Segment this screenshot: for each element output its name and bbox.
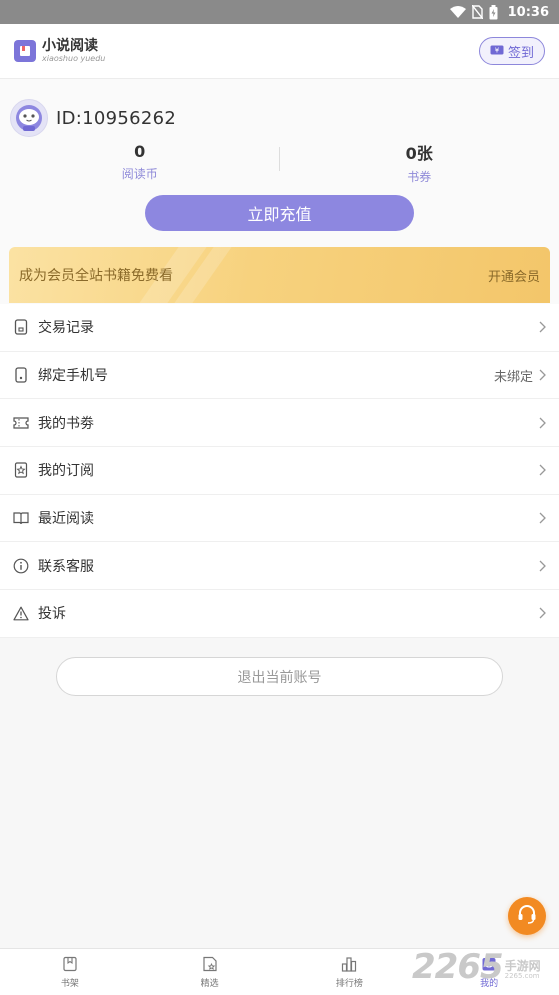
reading-coins-label: 阅读币 bbox=[121, 167, 158, 181]
logo-title: 小说阅读 bbox=[42, 38, 98, 54]
chevron-right-icon bbox=[537, 606, 547, 620]
avatar[interactable] bbox=[10, 99, 48, 137]
nav-label: 排行榜 bbox=[335, 979, 363, 989]
recharge-button[interactable]: 立即充值 bbox=[145, 195, 414, 231]
book-vouchers-label: 书券 bbox=[407, 169, 432, 184]
menu-item-bind-phone[interactable]: 绑定手机号 未绑定 bbox=[0, 352, 559, 400]
menu-label: 我的书劵 bbox=[38, 415, 94, 432]
profile-section: ID:10956262 0 阅读币 0张 书券 立即充值 成为会员全站书籍免费看… bbox=[0, 79, 559, 304]
account-menu: 交易记录 绑定手机号 未绑定 我的书劵 我的订阅 最近阅读 联系客服 投诉 bbox=[0, 304, 559, 638]
menu-label: 最近阅读 bbox=[38, 511, 94, 528]
book-logo-icon bbox=[14, 40, 36, 62]
open-book-icon bbox=[12, 509, 30, 527]
nav-ranking[interactable]: 排行榜 bbox=[280, 949, 420, 995]
user-id: ID:10956262 bbox=[56, 107, 177, 129]
star-page-icon bbox=[12, 461, 30, 479]
menu-label: 投诉 bbox=[38, 606, 66, 623]
customer-service-button[interactable] bbox=[508, 897, 546, 935]
book-vouchers-stat[interactable]: 0张 书券 bbox=[280, 141, 559, 184]
wifi-icon bbox=[449, 6, 466, 18]
nav-bookshelf[interactable]: 书架 bbox=[0, 949, 140, 995]
coupon-icon: ¥ bbox=[490, 44, 504, 59]
headset-icon bbox=[516, 903, 538, 929]
receipt-icon bbox=[12, 318, 30, 336]
app-header: 小说阅读 xiaoshuo yuedu ¥ 签到 bbox=[0, 24, 559, 79]
ticket-icon bbox=[12, 414, 30, 432]
chevron-right-icon bbox=[537, 463, 547, 477]
featured-icon bbox=[201, 955, 219, 973]
bookshelf-icon bbox=[61, 955, 79, 973]
battery-icon bbox=[489, 4, 498, 20]
chevron-right-icon bbox=[537, 320, 547, 334]
chevron-right-icon bbox=[537, 416, 547, 430]
nav-label: 我的 bbox=[480, 979, 499, 989]
chevron-right-icon bbox=[537, 511, 547, 525]
menu-label: 绑定手机号 bbox=[38, 368, 108, 385]
nav-label: 精选 bbox=[200, 979, 219, 989]
chevron-right-icon bbox=[537, 368, 547, 382]
nav-label: 书架 bbox=[60, 979, 79, 989]
reading-coins-value: 0 bbox=[134, 142, 146, 161]
app-logo: 小说阅读 xiaoshuo yuedu bbox=[14, 39, 105, 63]
balance-stats: 0 阅读币 0张 书券 bbox=[0, 141, 559, 184]
logo-subtitle: xiaoshuo yuedu bbox=[42, 54, 106, 63]
book-vouchers-value: 0张 bbox=[405, 143, 433, 163]
svg-text:¥: ¥ bbox=[495, 46, 500, 54]
status-bar: 10:36 bbox=[0, 0, 559, 24]
menu-label: 我的订阅 bbox=[38, 463, 94, 480]
vip-banner[interactable]: 成为会员全站书籍免费看 开通会员 bbox=[9, 247, 550, 303]
phone-icon bbox=[12, 366, 30, 384]
bottom-navigation: 书架 精选 排行榜 我的 bbox=[0, 948, 559, 995]
no-sim-icon bbox=[471, 5, 483, 19]
stats-divider bbox=[279, 147, 280, 171]
reading-coins-stat[interactable]: 0 阅读币 bbox=[0, 141, 280, 183]
nav-featured[interactable]: 精选 bbox=[140, 949, 280, 995]
clock: 10:36 bbox=[507, 4, 549, 20]
menu-label: 联系客服 bbox=[38, 558, 94, 575]
open-vip-link[interactable]: 开通会员 bbox=[488, 266, 540, 285]
menu-item-recent-reading[interactable]: 最近阅读 bbox=[0, 495, 559, 543]
menu-item-subscriptions[interactable]: 我的订阅 bbox=[0, 447, 559, 495]
menu-value: 未绑定 bbox=[493, 369, 533, 385]
chevron-right-icon bbox=[537, 559, 547, 573]
menu-item-my-vouchers[interactable]: 我的书劵 bbox=[0, 399, 559, 448]
info-icon bbox=[12, 557, 30, 575]
logout-button[interactable]: 退出当前账号 bbox=[56, 657, 503, 696]
menu-item-customer-service[interactable]: 联系客服 bbox=[0, 542, 559, 591]
vip-promo-text: 成为会员全站书籍免费看 bbox=[19, 268, 173, 284]
menu-item-complaint[interactable]: 投诉 bbox=[0, 590, 559, 638]
ranking-icon bbox=[340, 955, 358, 973]
nav-profile[interactable]: 我的 bbox=[419, 949, 559, 995]
signin-button[interactable]: ¥ 签到 bbox=[479, 37, 545, 65]
signin-label: 签到 bbox=[507, 45, 534, 61]
profile-icon bbox=[480, 955, 498, 973]
warning-icon bbox=[12, 604, 30, 622]
menu-item-transactions[interactable]: 交易记录 bbox=[0, 304, 559, 352]
menu-label: 交易记录 bbox=[38, 320, 94, 337]
